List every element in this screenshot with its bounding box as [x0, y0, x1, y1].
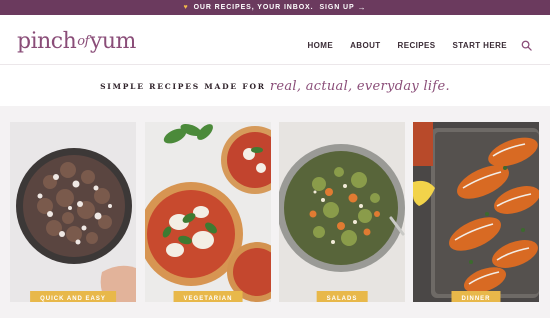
nav-item-about[interactable]: ABOUT: [350, 41, 380, 50]
logo-text-yum: yum: [89, 29, 136, 54]
category-card-quick-and-easy[interactable]: QUICK AND EASY: [10, 122, 136, 302]
quick-and-easy-photo: [10, 122, 136, 302]
category-grid: QUICK AND EASY VEGETARIAN SALADS DINNER: [0, 106, 550, 318]
nav-item-home[interactable]: HOME: [307, 41, 333, 50]
category-card-dinner[interactable]: DINNER: [413, 122, 539, 302]
logo-text-of: of: [77, 34, 89, 49]
nav-item-start-here[interactable]: START HERE: [452, 41, 507, 50]
site-header: pinch of yum HOME ABOUT RECIPES START HE…: [0, 15, 550, 65]
nav-item-recipes[interactable]: RECIPES: [398, 41, 436, 50]
tagline-script: real, actual, everyday life.: [269, 78, 450, 94]
dinner-photo: [413, 122, 539, 302]
tagline-main: SIMPLE RECIPES MADE FOR: [100, 81, 266, 91]
search-icon[interactable]: [521, 40, 532, 51]
heart-icon: ♥: [183, 4, 189, 11]
tagline: SIMPLE RECIPES MADE FOR real, actual, ev…: [0, 66, 550, 106]
promo-text: OUR RECIPES, YOUR INBOX.: [193, 4, 314, 11]
category-label: SALADS: [316, 291, 368, 302]
arrow-right-icon: →: [357, 3, 367, 12]
category-card-salads[interactable]: SALADS: [279, 122, 405, 302]
category-label: DINNER: [451, 291, 501, 302]
category-label: VEGETARIAN: [173, 291, 243, 302]
signup-link[interactable]: SIGN UP: [319, 4, 354, 11]
logo-text-pinch: pinch: [17, 29, 77, 54]
main-nav: HOME ABOUT RECIPES START HERE: [307, 40, 532, 51]
category-label: QUICK AND EASY: [30, 291, 116, 302]
salads-photo: [279, 122, 405, 302]
vegetarian-photo: [145, 122, 271, 302]
promo-bar[interactable]: ♥ OUR RECIPES, YOUR INBOX. SIGN UP →: [0, 0, 550, 15]
site-logo[interactable]: pinch of yum: [17, 29, 136, 54]
category-card-vegetarian[interactable]: VEGETARIAN: [145, 122, 271, 302]
